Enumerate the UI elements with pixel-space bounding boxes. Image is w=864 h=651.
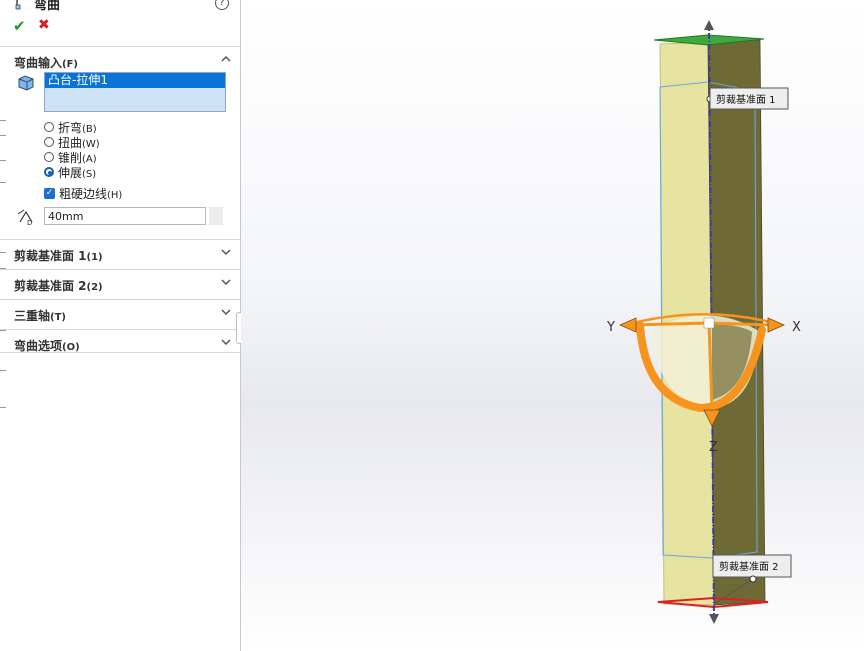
radio-taper[interactable]: 锥削(A) [44,150,97,165]
feature-title: 弯曲 [34,0,61,13]
trim-plane2-key: (2) [86,282,103,293]
selected-body-item[interactable]: 凸台-拉伸1 [45,73,225,88]
flex-feature-icon [15,0,21,10]
hard-edges-checkbox[interactable]: ✓ 粗硬边线(H) [44,185,122,202]
bodies-listbox[interactable]: 凸台-拉伸1 [44,72,226,112]
graphics-viewport[interactable]: Y X Z 剪裁基准面 1 剪裁基准面 2 [241,0,864,651]
radio-bend-circle[interactable] [44,122,54,132]
ok-button[interactable]: ✔ [13,17,26,35]
chevron-down-icon[interactable] [221,246,231,259]
cancel-button[interactable]: ✖ [38,17,50,33]
distance-spinner[interactable] [209,207,223,225]
triad-origin[interactable] [703,317,715,329]
radio-stretch-circle[interactable] [44,167,54,177]
radio-bend-label: 折弯 [58,120,83,135]
flex-options-label: 弯曲选项 [14,339,63,353]
chevron-down-icon[interactable] [221,306,231,319]
svg-text:D: D [27,219,32,226]
triad-x-axis[interactable] [708,321,773,327]
trim-plane2-callout: 剪裁基准面 2 [719,560,779,573]
flex-input-header[interactable]: 弯曲输入(F) [14,54,78,71]
trim-plane2-label: 剪裁基准面 2 [14,279,87,293]
radio-bend[interactable]: 折弯(B) [44,120,97,135]
triad-y-label: Y [606,320,615,335]
model-canvas[interactable]: Y X Z 剪裁基准面 1 剪裁基准面 2 [241,0,864,651]
axis-arrow-bottom-icon[interactable] [709,614,719,624]
trim-plane1-key: (1) [86,252,103,263]
feature-header: 弯曲 [14,0,61,13]
triad-section[interactable]: 三重轴(T) [0,299,240,330]
radio-stretch-key: (S) [82,168,97,180]
radio-stretch[interactable]: 伸展(S) [44,165,97,180]
triad-label: 三重轴 [14,309,51,323]
radio-taper-circle[interactable] [44,152,54,162]
radio-twist-label: 扭曲 [58,135,83,150]
trim-plane2-section[interactable]: 剪裁基准面 2(2) [0,269,240,300]
triad-y-axis[interactable] [629,321,710,327]
trim-plane1-callout: 剪裁基准面 1 [716,93,776,106]
trim-plane1-section[interactable]: 剪裁基准面 1(1) [0,239,240,270]
hard-edges-label: 粗硬边线 [59,187,108,201]
chevron-down-icon[interactable] [221,336,231,349]
flex-input-key: (F) [62,59,78,70]
triad-y-arrow-icon[interactable] [619,317,637,333]
chevron-up-icon[interactable] [221,53,231,66]
radio-twist[interactable]: 扭曲(W) [44,135,100,150]
distance-field[interactable]: 40mm [44,207,206,225]
radio-taper-label: 锥削 [58,150,83,165]
trim-plane2-handle[interactable] [749,575,757,583]
help-icon[interactable]: ? [215,0,229,10]
axis-arrow-top-icon[interactable] [704,20,714,30]
checkbox-check-icon[interactable]: ✓ [44,188,55,199]
radio-twist-circle[interactable] [44,137,54,147]
triad-x-arrow-icon[interactable] [767,317,785,333]
flex-options-section[interactable]: 弯曲选项(O) [0,329,240,353]
hard-edges-key: (H) [107,190,123,201]
bodies-selection-icon [16,74,36,95]
distance-icon: D [16,208,36,229]
flex-input-label: 弯曲输入 [14,56,63,70]
triad-x-label: X [792,320,801,335]
triad-key: (T) [50,312,66,323]
radio-stretch-label: 伸展 [58,165,83,180]
triad-z-label: Z [709,440,718,455]
trim-plane1-label: 剪裁基准面 1 [14,249,87,263]
flex-options-key: (O) [62,342,80,353]
property-manager-panel: 弯曲 ? ✔ ✖ 弯曲输入(F) 凸台-拉伸1 折弯(B) 扭曲(W) 锥削(A… [0,0,241,651]
chevron-down-icon[interactable] [221,276,231,289]
